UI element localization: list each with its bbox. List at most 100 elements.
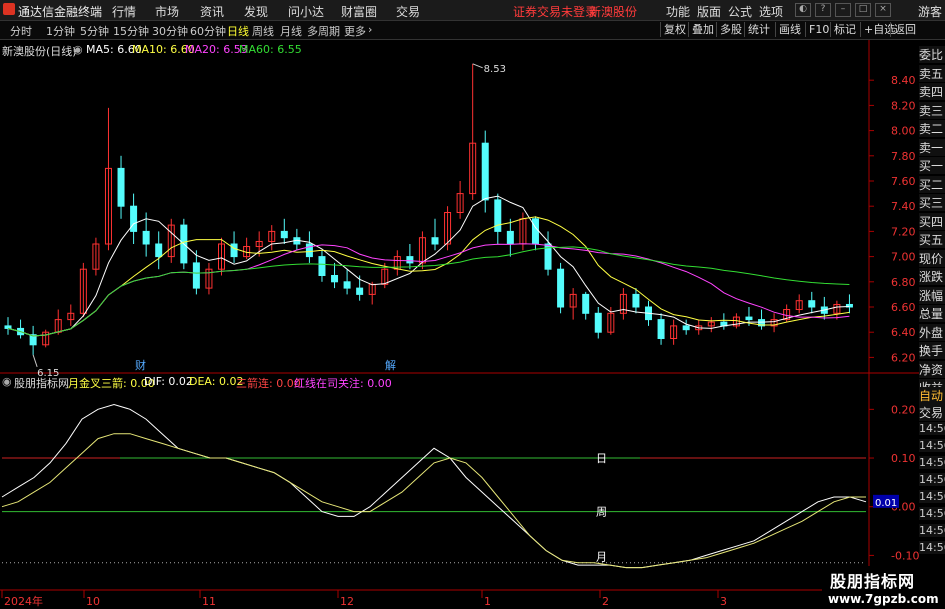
dea-line [1, 433, 866, 569]
candle-body-59 [745, 316, 753, 321]
menu-wealth[interactable]: 财富圈 [341, 3, 377, 20]
tool-mark[interactable]: 标记 [830, 22, 859, 37]
period-30min[interactable]: 30分钟 [152, 23, 188, 39]
watermark-line1: 股朋指标网 [830, 572, 916, 591]
candle-body-9 [117, 167, 125, 207]
sidebar-item-4: 卖二 [919, 120, 945, 137]
candle-body-47 [594, 312, 602, 333]
period-more[interactable]: 更多 [344, 23, 366, 39]
sidebar-item-13: 涨幅 [919, 286, 945, 304]
candle-body-18 [230, 243, 238, 258]
menu-news[interactable]: 资讯 [200, 3, 224, 20]
menu-ask[interactable]: 问小达 [288, 3, 324, 20]
sidebar-item-7: 买二 [919, 175, 945, 193]
candle-body-12 [155, 243, 163, 258]
period-weekly[interactable]: 周线 [252, 23, 274, 39]
sidebar-item-3: 卖三 [919, 101, 945, 119]
time-tick-5: 2 [602, 595, 609, 608]
ma10-line [7, 216, 850, 337]
guest-label[interactable]: 游客 [918, 3, 942, 20]
more-chevron-icon[interactable]: › [368, 23, 372, 36]
price-tick-2: 8.00 [891, 125, 916, 138]
sidebar-time-4: 14:56 [919, 490, 945, 503]
price-tick-5: 7.40 [891, 200, 916, 213]
event-label-finance: 财 [135, 358, 146, 372]
period-5min[interactable]: 5分钟 [80, 23, 109, 39]
login-warning[interactable]: 证券交易未登录 [513, 3, 597, 20]
candle-body-24 [305, 243, 313, 258]
sidebar-item-2: 卖四 [919, 83, 945, 100]
period-60min[interactable]: 60分钟 [190, 23, 226, 39]
sidebar-item-9: 买四 [919, 212, 945, 230]
sidebar-time-3: 14:56 [919, 473, 945, 486]
candle-body-26 [331, 275, 339, 283]
candle-body-40 [506, 230, 514, 245]
low-label: 6.15 [37, 368, 59, 379]
candle-body-25 [318, 256, 326, 277]
osc-tick-0: 0.20 [891, 403, 916, 416]
tool-overlay[interactable]: 叠加 [688, 22, 717, 37]
sidebar-trade[interactable]: 交易 [919, 404, 945, 421]
price-tick-7: 7.00 [891, 251, 916, 264]
restore-icon[interactable]: □ [855, 3, 871, 17]
skin-icon[interactable]: ◐ [795, 3, 811, 17]
time-tick-3: 12 [340, 595, 354, 608]
candle-body-34 [431, 237, 439, 245]
help-icon[interactable]: ? [815, 3, 831, 17]
tool-f10[interactable]: F10 [805, 22, 832, 37]
period-multi[interactable]: 多周期 [307, 23, 340, 39]
app-logo-icon [3, 3, 15, 15]
sidebar-time-0: 14:56 [919, 422, 945, 435]
menu-function[interactable]: 功能 [666, 3, 690, 20]
candle-body-27 [343, 281, 351, 289]
candle-body-64 [808, 300, 816, 308]
menu-discover[interactable]: 发现 [244, 3, 268, 20]
menu-formula[interactable]: 公式 [728, 3, 752, 20]
price-tick-0: 8.40 [891, 74, 916, 87]
period-15min[interactable]: 15分钟 [113, 23, 149, 39]
tool-multistock[interactable]: 多股 [716, 22, 745, 37]
candle-body-28 [356, 287, 364, 295]
menu-options[interactable]: 选项 [759, 3, 783, 20]
sidebar-item-5: 卖一 [919, 138, 945, 156]
low-marker-line [32, 354, 38, 368]
sidebar-time-1: 14:56 [919, 439, 945, 452]
time-tick-6: 3 [720, 595, 727, 608]
menu-market[interactable]: 市场 [155, 3, 179, 20]
period-1min[interactable]: 1分钟 [46, 23, 75, 39]
candle-body-38 [481, 142, 489, 201]
menu-bar: 通达信金融终端 行情 市场 资讯 发现 问小达 财富圈 交易 证券交易未登录 新… [0, 0, 945, 21]
kline-chart[interactable]: 8.40 8.20 8.00 7.80 7.60 7.40 7.20 7.00 6.80 6.60… [0, 40, 919, 609]
tool-adjust[interactable]: 复权 [660, 22, 689, 37]
ref-label-1: 周 [596, 506, 607, 519]
sidebar-auto[interactable]: 自动 [919, 387, 945, 404]
event-label-unlock: 解 [385, 358, 396, 372]
price-tick-6: 7.20 [891, 225, 916, 238]
close-icon[interactable]: × [875, 3, 891, 17]
period-monthly[interactable]: 月线 [280, 23, 302, 39]
sidebar-item-12: 涨跌 [919, 268, 945, 285]
period-daily[interactable]: 日线 [227, 23, 249, 39]
high-marker-line [472, 63, 483, 69]
period-intraday[interactable]: 分时 [10, 23, 32, 39]
time-tick-0: 2024年 [4, 594, 43, 608]
sidebar-item-11: 现价 [919, 249, 945, 267]
menu-quotes[interactable]: 行情 [112, 3, 136, 20]
sidebar-item-6: 买一 [919, 157, 945, 174]
sidebar-item-15: 外盘 [919, 323, 945, 341]
candle-body-52 [657, 319, 665, 340]
ref-label-0: 日 [596, 452, 607, 465]
watermark: 股朋指标网 www.7gpzb.com [822, 566, 945, 609]
menu-layout[interactable]: 版面 [697, 3, 721, 20]
minimize-icon[interactable]: – [835, 3, 851, 17]
tool-back[interactable]: 返回 [890, 22, 919, 37]
menu-trade[interactable]: 交易 [396, 3, 420, 20]
sidebar-item-1: 卖五 [919, 64, 945, 82]
sidebar-item-16: 换手 [919, 342, 945, 359]
osc-tick-3: -0.10 [891, 549, 919, 562]
sidebar-time-2: 14:56 [919, 456, 945, 469]
price-tick-11: 6.20 [891, 351, 916, 364]
tool-stats[interactable]: 统计 [744, 22, 773, 37]
tool-drawline[interactable]: 画线 [775, 22, 804, 37]
sidebar-item-0: 委比 [919, 46, 945, 63]
